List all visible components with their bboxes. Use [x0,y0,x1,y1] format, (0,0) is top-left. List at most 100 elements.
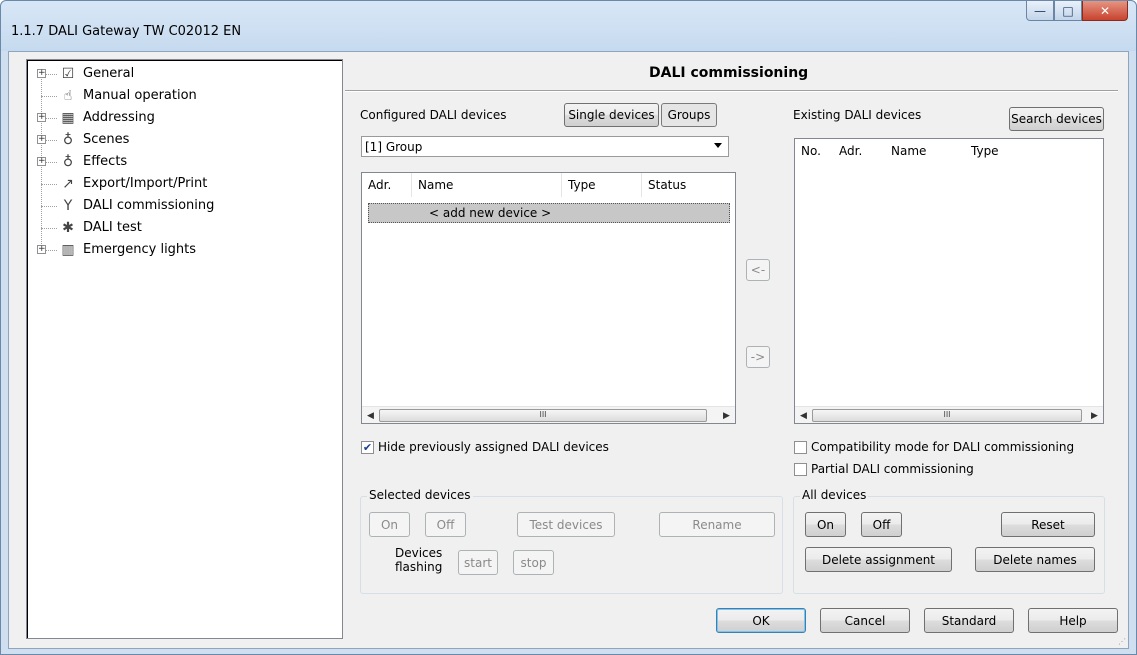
tree-branch-line [41,96,57,97]
cancel-button[interactable]: Cancel [820,608,910,633]
tree-item-scenes[interactable]: + ♁ Scenes [27,130,327,150]
expand-icon[interactable]: + [37,135,46,144]
tree-item-label: DALI commissioning [83,198,215,213]
scroll-right-icon[interactable]: ▶ [1086,407,1103,424]
move-left-button[interactable]: <- [746,259,770,281]
tree-item-label: Scenes [83,132,130,147]
ok-button[interactable]: OK [716,608,806,633]
bulb-icon: ♁ [62,154,74,170]
search-devices-button[interactable]: Search devices [1009,107,1104,131]
checklist-icon: ☑ [61,66,75,82]
groups-button[interactable]: Groups [661,103,717,127]
tree-branch-line [41,206,57,207]
column-header-no[interactable]: No. [795,139,833,163]
selected-off-button[interactable]: Off [425,512,466,537]
close-icon[interactable]: ✕ [1082,1,1128,21]
column-header-name[interactable]: Name [885,139,965,163]
page-title: DALI commissioning [649,65,809,81]
scroll-right-icon[interactable]: ▶ [718,407,735,424]
tree-item-emergency-lights[interactable]: + ▥ Emergency lights [27,240,327,260]
tree-item-label: Addressing [83,110,155,125]
partial-commissioning-checkbox[interactable] [794,463,807,476]
configured-devices-list[interactable]: Adr. Name Type Status < add new device >… [361,172,736,424]
all-on-button[interactable]: On [805,512,846,537]
test-devices-button[interactable]: Test devices [517,512,615,537]
resize-grip-icon[interactable]: ⋰ [1118,637,1126,646]
flash-start-button[interactable]: start [458,550,498,575]
column-header-adr[interactable]: Adr. [833,139,885,163]
tree-item-addressing[interactable]: + ▦ Addressing [27,108,327,128]
move-right-button[interactable]: -> [746,346,770,368]
tree-item-label: DALI test [83,220,142,235]
bulb-icon: ♁ [62,132,74,148]
expand-icon[interactable]: + [37,157,46,166]
tree-item-general[interactable]: + ☑ General [27,64,327,84]
existing-devices-label: Existing DALI devices [793,108,922,122]
heading-divider-highlight [345,91,1118,92]
group-select[interactable]: [1] Group [361,136,729,157]
expand-icon[interactable]: + [37,69,46,78]
dialog-client-area: + ☑ General ☝ Manual operation + ▦ Addressing + ♁… [8,51,1129,649]
scroll-left-icon[interactable]: ◀ [795,407,812,424]
all-off-button[interactable]: Off [861,512,902,537]
column-header-status[interactable]: Status [642,173,735,197]
flash-stop-button[interactable]: stop [513,550,554,575]
add-new-device-row[interactable]: < add new device > [368,203,730,223]
gear-icon: ✱ [62,220,74,236]
reset-button[interactable]: Reset [1001,512,1095,537]
dialog-window: 1.1.7 DALI Gateway TW C02012 EN — □ ✕ + ☑… [0,0,1137,655]
column-header-type[interactable]: Type [562,173,642,197]
scrollbar-thumb[interactable]: III [379,409,707,422]
compatibility-mode-label: Compatibility mode for DALI commissionin… [811,440,1075,454]
hide-assigned-label: Hide previously assigned DALI devices [378,440,609,454]
wrench-icon: Y [63,198,73,214]
expand-icon[interactable]: + [37,245,46,254]
hide-assigned-checkbox[interactable]: ✔ [361,441,374,454]
export-icon: ↗ [62,176,74,192]
all-devices-group: All devices [793,488,1105,594]
delete-assignment-button[interactable]: Delete assignment [805,547,952,572]
tree-item-label: Effects [83,154,128,169]
window-title: 1.1.7 DALI Gateway TW C02012 EN [11,24,242,39]
expand-icon[interactable]: + [37,113,46,122]
chevron-down-icon[interactable] [714,143,722,148]
parameter-tree[interactable]: + ☑ General ☝ Manual operation + ▦ Addressing + ♁… [26,59,343,639]
devices-flashing-label-line2: flashing [395,560,443,574]
group-select-value: [1] Group [365,139,423,154]
hand-icon: ☝ [63,88,73,104]
tree-branch-line [41,184,57,185]
selected-devices-title: Selected devices [367,488,473,502]
selected-on-button[interactable]: On [369,512,410,537]
minimize-icon[interactable]: — [1026,1,1054,21]
horizontal-scrollbar[interactable]: ◀ III ▶ [362,406,735,423]
configured-devices-label: Configured DALI devices [360,108,507,122]
standard-button[interactable]: Standard [924,608,1014,633]
tree-item-label: Export/Import/Print [83,176,208,191]
grid-icon: ▦ [61,110,75,126]
column-header-adr[interactable]: Adr. [362,173,412,197]
tree-item-export-import-print[interactable]: ↗ Export/Import/Print [27,174,327,194]
tree-item-effects[interactable]: + ♁ Effects [27,152,327,172]
column-header-name[interactable]: Name [412,173,562,197]
selected-devices-group: Selected devices [360,488,783,594]
help-button[interactable]: Help [1028,608,1118,633]
scrollbar-thumb[interactable]: III [812,409,1082,422]
compatibility-mode-checkbox[interactable] [794,441,807,454]
emergency-exit-icon: ▥ [61,242,75,258]
column-header-type[interactable]: Type [965,139,1103,163]
tree-item-manual-operation[interactable]: ☝ Manual operation [27,86,327,106]
maximize-icon[interactable]: □ [1054,1,1082,21]
rename-button[interactable]: Rename [659,512,775,537]
window-controls: — □ ✕ [1026,1,1128,23]
tree-item-dali-commissioning[interactable]: Y DALI commissioning [27,196,327,216]
title-bar[interactable]: 1.1.7 DALI Gateway TW C02012 EN — □ ✕ [1,1,1136,51]
tree-branch-line [41,228,57,229]
tree-item-label: Emergency lights [83,242,197,257]
horizontal-scrollbar[interactable]: ◀ III ▶ [795,406,1103,423]
scroll-left-icon[interactable]: ◀ [362,407,379,424]
tree-item-dali-test[interactable]: ✱ DALI test [27,218,327,238]
existing-devices-list[interactable]: No. Adr. Name Type ◀ III ▶ [794,138,1104,424]
all-devices-title: All devices [800,488,869,502]
single-devices-button[interactable]: Single devices [564,103,659,127]
delete-names-button[interactable]: Delete names [975,547,1095,572]
